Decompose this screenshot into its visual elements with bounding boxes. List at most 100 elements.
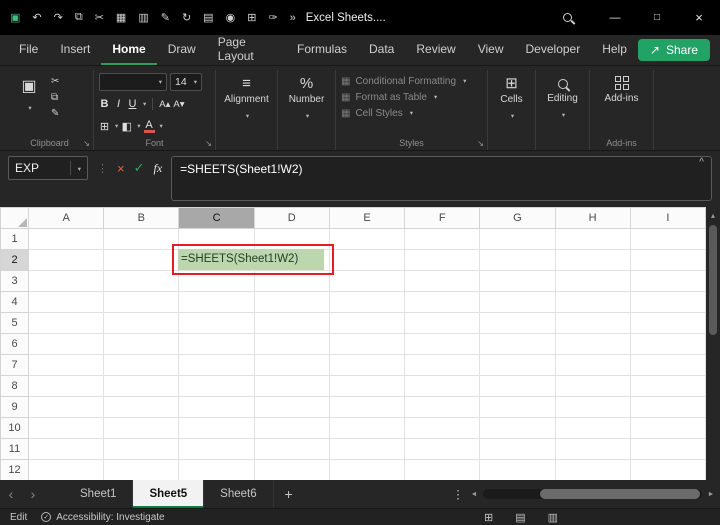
enter-button[interactable]: ✓ — [134, 160, 145, 176]
font-size-combo[interactable]: 14 — [170, 73, 202, 91]
cell-G12[interactable] — [479, 459, 556, 480]
cell-F4[interactable] — [404, 291, 481, 313]
maximize-button[interactable]: □ — [636, 0, 678, 35]
cell-D11[interactable] — [253, 438, 330, 460]
cell-B3[interactable] — [103, 270, 180, 292]
cell-E4[interactable] — [328, 291, 406, 313]
cell-F10[interactable] — [404, 417, 481, 439]
column-header-b[interactable]: B — [103, 207, 180, 229]
chart-icon[interactable]: ▥ — [138, 11, 148, 24]
cell-A1[interactable] — [27, 228, 105, 250]
sheet-nav-left[interactable]: ‹ — [0, 480, 22, 508]
cell-D7[interactable] — [253, 354, 330, 376]
save-icon[interactable]: ▣ — [10, 11, 20, 24]
table-icon[interactable]: ⊞ — [247, 11, 256, 24]
close-button[interactable]: × — [678, 0, 720, 35]
cell-D9[interactable] — [253, 396, 330, 418]
cell-G11[interactable] — [479, 438, 556, 460]
cell-H2[interactable] — [554, 249, 631, 271]
cell-C10[interactable] — [178, 417, 255, 439]
menu-tab-page-layout[interactable]: Page Layout — [207, 35, 286, 65]
minimize-button[interactable]: — — [594, 0, 636, 35]
cell-C9[interactable] — [178, 396, 255, 418]
cell-B8[interactable] — [103, 375, 180, 397]
cut-icon[interactable]: ✂ — [95, 11, 104, 24]
cell-D5[interactable] — [253, 312, 330, 334]
cell-A6[interactable] — [27, 333, 105, 355]
cell-G6[interactable] — [479, 333, 556, 355]
cell-H10[interactable] — [554, 417, 631, 439]
format-painter-button[interactable]: ✎ — [51, 108, 59, 119]
menu-tab-formulas[interactable]: Formulas — [286, 35, 358, 65]
row-header-9[interactable]: 9 — [0, 396, 29, 418]
cell-F2[interactable] — [404, 249, 481, 271]
row-header-10[interactable]: 10 — [0, 417, 29, 439]
cell-E1[interactable] — [328, 228, 406, 250]
cut-button[interactable]: ✂ — [51, 76, 59, 87]
cell-E5[interactable] — [328, 312, 406, 334]
cell-B9[interactable] — [103, 396, 180, 418]
cell-I6[interactable] — [629, 333, 707, 355]
cell-C6[interactable] — [178, 333, 255, 355]
decrease-font-button[interactable]: A▾ — [173, 99, 184, 110]
column-header-c[interactable]: C — [178, 207, 255, 229]
row-header-8[interactable]: 8 — [0, 375, 29, 397]
cell-A7[interactable] — [27, 354, 105, 376]
cell-C7[interactable] — [178, 354, 255, 376]
column-header-f[interactable]: F — [404, 207, 481, 229]
sheet-tab-sheet1[interactable]: Sheet1 — [64, 480, 134, 508]
cell-H5[interactable] — [554, 312, 631, 334]
styles-dialog-launcher[interactable]: ↘ — [477, 139, 484, 148]
menu-tab-file[interactable]: File — [8, 35, 49, 65]
cell-G3[interactable] — [479, 270, 556, 292]
cell-F12[interactable] — [404, 459, 481, 480]
cell-D6[interactable] — [253, 333, 330, 355]
cell-C12[interactable] — [178, 459, 255, 480]
column-header-d[interactable]: D — [253, 207, 330, 229]
active-cell-c2[interactable]: =SHEETS(Sheet1!W2) — [178, 249, 324, 270]
menu-tab-insert[interactable]: Insert — [49, 35, 101, 65]
cell-H4[interactable] — [554, 291, 631, 313]
cell-F9[interactable] — [404, 396, 481, 418]
copy-button[interactable]: ⧉ — [51, 92, 59, 103]
cell-B5[interactable] — [103, 312, 180, 334]
cell-I3[interactable] — [629, 270, 707, 292]
cell-B11[interactable] — [103, 438, 180, 460]
row-header-3[interactable]: 3 — [0, 270, 29, 292]
new-document-icon[interactable]: ▤ — [203, 11, 213, 24]
cell-B12[interactable] — [103, 459, 180, 480]
cell-D12[interactable] — [253, 459, 330, 480]
number-button[interactable]: % Number — [283, 72, 330, 125]
scroll-left-icon[interactable]: ◄ — [468, 491, 480, 498]
cell-H8[interactable] — [554, 375, 631, 397]
search-button[interactable] — [563, 13, 572, 22]
cell-E11[interactable] — [328, 438, 406, 460]
draw-icon[interactable]: ✑ — [268, 11, 277, 24]
cell-I8[interactable] — [629, 375, 707, 397]
cell-F1[interactable] — [404, 228, 481, 250]
cell-H9[interactable] — [554, 396, 631, 418]
name-box[interactable]: EXP — [8, 156, 88, 180]
styles-item-cell-styles[interactable]: ▦ Cell Styles — [341, 108, 482, 119]
cell-B1[interactable] — [103, 228, 180, 250]
cell-I11[interactable] — [629, 438, 707, 460]
cell-I9[interactable] — [629, 396, 707, 418]
cell-F5[interactable] — [404, 312, 481, 334]
row-header-1[interactable]: 1 — [0, 228, 29, 250]
row-header-5[interactable]: 5 — [0, 312, 29, 334]
row-header-2[interactable]: 2 — [0, 249, 29, 271]
menu-tab-review[interactable]: Review — [405, 35, 466, 65]
camera-icon[interactable]: ◉ — [226, 11, 236, 24]
cell-G7[interactable] — [479, 354, 556, 376]
cell-E12[interactable] — [328, 459, 406, 480]
font-color-button[interactable]: A — [143, 119, 155, 133]
cell-I5[interactable] — [629, 312, 707, 334]
format-painter-icon[interactable]: ✎ — [161, 11, 170, 24]
cell-E8[interactable] — [328, 375, 406, 397]
cell-B6[interactable] — [103, 333, 180, 355]
clipboard-dialog-launcher[interactable]: ↘ — [83, 139, 90, 148]
cancel-button[interactable]: × — [117, 161, 125, 176]
column-header-i[interactable]: I — [629, 207, 707, 229]
redo-icon[interactable]: ↷ — [54, 11, 63, 24]
fill-color-button[interactable]: ◧ — [121, 120, 132, 133]
